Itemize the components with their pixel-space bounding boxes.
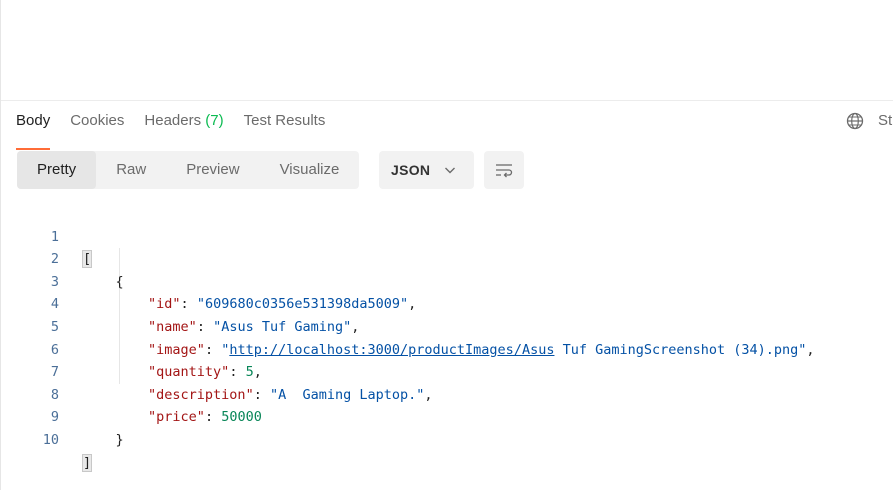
code-line: 8 "price": 50000 <box>1 361 893 426</box>
tab-headers-label: Headers <box>144 112 202 129</box>
headers-count-badge: (7) <box>205 112 224 129</box>
tab-body-label: Body <box>16 112 51 129</box>
code-line: 3 "id": "609680c0356e531398da5009", <box>1 248 893 313</box>
status-label-cut: St <box>878 112 893 129</box>
close-bracket: ] <box>81 453 93 472</box>
divider <box>1 100 893 101</box>
code-line: 7 "description": "A Gaming Laptop.", <box>1 339 893 403</box>
response-tabs: Body Cookies Headers (7) Test Results <box>16 108 345 150</box>
response-panel: Body Cookies Headers (7) Test Results St… <box>0 0 893 490</box>
tab-cookies-label: Cookies <box>70 112 125 129</box>
code-line: 10 ] <box>1 406 893 472</box>
chevron-down-icon <box>445 167 455 174</box>
tab-test-results[interactable]: Test Results <box>244 108 326 142</box>
tab-cookies[interactable]: Cookies <box>70 108 124 142</box>
code-line: 1 [ <box>1 203 893 269</box>
wrap-lines-button[interactable] <box>484 151 524 189</box>
wrap-lines-icon <box>496 164 513 178</box>
response-body-code[interactable]: 1 [ 2 { 3 "id": "609680c0356e531398da500… <box>1 203 893 472</box>
tab-body[interactable]: Body <box>16 108 51 150</box>
view-mode-group: Pretty Raw Preview Visualize <box>17 151 360 189</box>
close-brace: } <box>115 431 124 448</box>
line-number: 10 <box>42 431 59 448</box>
tab-test-results-label: Test Results <box>243 112 326 129</box>
format-select[interactable]: JSON <box>379 151 474 189</box>
code-line: 6 "quantity": 5, <box>1 316 893 381</box>
tab-headers[interactable]: Headers (7) <box>144 108 223 142</box>
code-line: 5 "image": "http://localhost:3000/produc… <box>1 293 893 358</box>
view-preview-button[interactable]: Preview <box>166 151 259 189</box>
code-line: 9 } <box>1 384 893 448</box>
view-raw-button[interactable]: Raw <box>96 151 166 189</box>
format-select-value: JSON <box>391 162 431 178</box>
globe-icon[interactable] <box>846 112 864 130</box>
view-pretty-button[interactable]: Pretty <box>17 151 97 189</box>
code-line: 4 "name": "Asus Tuf Gaming", <box>1 271 893 335</box>
code-line: 2 { <box>1 226 893 290</box>
view-visualize-button[interactable]: Visualize <box>260 151 360 189</box>
